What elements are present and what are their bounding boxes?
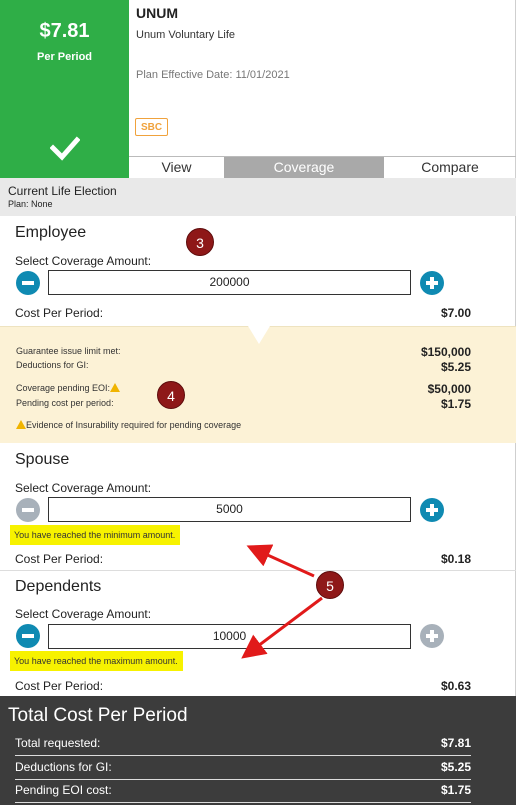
dependents-cost-value: $0.63 <box>440 679 471 693</box>
spouse-minimum-warning: You have reached the minimum amount. <box>10 525 181 545</box>
employee-cost-value: $7.00 <box>440 306 471 320</box>
total-deductions-row: Deductions for GI: $5.25 <box>15 760 471 780</box>
warning-icon <box>110 383 121 392</box>
employee-increase-button[interactable] <box>420 271 444 295</box>
carrier-name: UNUM <box>136 5 178 21</box>
spouse-cost-label: Cost Per Period: <box>15 552 104 566</box>
eoi-note-text: Evidence of Insurability required for pe… <box>26 420 242 430</box>
employee-amount-input[interactable]: 200000 <box>48 270 411 295</box>
dependents-cost-row: Cost Per Period: $0.63 <box>15 679 471 693</box>
spouse-amount-input[interactable]: 5000 <box>48 497 411 522</box>
spouse-select-label: Select Coverage Amount: <box>15 481 152 495</box>
minus-icon <box>22 634 34 638</box>
spouse-increase-button[interactable] <box>420 498 444 522</box>
current-election-plan: Plan: None <box>8 199 53 209</box>
total-requested-label: Total requested: <box>15 736 101 750</box>
employee-cost-row: Cost Per Period: $7.00 <box>15 306 471 320</box>
annotation-badge-5: 5 <box>316 571 344 599</box>
gi-deductions-row: Deductions for GI: $5.25 <box>16 360 471 374</box>
gi-limit-row: Guarantee issue limit met: $150,000 <box>16 345 471 359</box>
spouse-cost-value: $0.18 <box>440 552 471 566</box>
total-cost-panel: Total Cost Per Period Total requested: $… <box>0 696 516 805</box>
spouse-title: Spouse <box>15 451 70 468</box>
plan-price: $7.81 <box>39 20 90 42</box>
annotation-badge-3: 3 <box>186 228 214 256</box>
plan-tabs: View Coverage Compare <box>129 156 516 178</box>
total-requested-row: Total requested: $7.81 <box>15 736 471 756</box>
total-deductions-label: Deductions for GI: <box>15 760 112 774</box>
price-box[interactable]: $7.81 Per Period <box>0 0 129 178</box>
pending-cost-label: Pending cost per period: <box>16 398 114 408</box>
employee-select-label: Select Coverage Amount: <box>15 254 152 268</box>
dependents-title: Dependents <box>15 578 102 595</box>
eoi-panel-pointer <box>248 326 270 344</box>
eoi-note: Evidence of Insurability required for pe… <box>16 420 241 430</box>
checkmark-icon <box>50 136 80 161</box>
dependents-maximum-warning: You have reached the maximum amount. <box>10 651 183 671</box>
pending-eoi-row: Coverage pending EOI: $50,000 <box>16 382 471 396</box>
sbc-button[interactable]: SBC <box>135 118 169 136</box>
total-title: Total Cost Per Period <box>8 705 188 726</box>
total-pending-row: Pending EOI cost: $1.75 <box>15 783 471 803</box>
gi-deductions-label: Deductions for GI: <box>16 360 89 370</box>
plan-info: UNUM Unum Voluntary Life Plan Effective … <box>129 0 516 156</box>
employee-cost-label: Cost Per Period: <box>15 306 104 320</box>
pending-eoi-value: $50,000 <box>427 382 471 396</box>
section-divider <box>0 570 516 571</box>
minus-icon <box>22 508 34 512</box>
current-election-title: Current Life Election <box>8 184 117 198</box>
warning-icon <box>16 420 26 429</box>
tab-coverage[interactable]: Coverage <box>224 157 384 178</box>
dependents-cost-label: Cost Per Period: <box>15 679 104 693</box>
dependents-select-label: Select Coverage Amount: <box>15 607 152 621</box>
pending-eoi-label: Coverage pending EOI: <box>16 383 111 393</box>
price-period-label: Per Period <box>36 51 93 63</box>
employee-title: Employee <box>15 224 87 241</box>
plan-card: $7.81 Per Period UNUM Unum Voluntary Lif… <box>0 0 516 805</box>
plan-name: Unum Voluntary Life <box>136 29 236 41</box>
total-deductions-value: $5.25 <box>440 760 471 774</box>
total-requested-value: $7.81 <box>440 736 471 750</box>
dependents-decrease-button[interactable] <box>16 624 40 648</box>
dependents-amount-input[interactable]: 10000 <box>48 624 411 649</box>
annotation-badge-4: 4 <box>157 381 185 409</box>
gi-limit-label: Guarantee issue limit met: <box>16 346 121 356</box>
employee-decrease-button[interactable] <box>16 271 40 295</box>
minus-icon <box>22 281 34 285</box>
total-pending-label: Pending EOI cost: <box>15 783 112 797</box>
dependents-increase-button[interactable] <box>420 624 444 648</box>
gi-deductions-value: $5.25 <box>440 360 471 374</box>
total-pending-value: $1.75 <box>440 783 471 797</box>
spouse-cost-row: Cost Per Period: $0.18 <box>15 552 471 566</box>
pending-cost-value: $1.75 <box>440 397 471 411</box>
tab-compare[interactable]: Compare <box>384 157 516 178</box>
tab-view[interactable]: View <box>129 157 224 178</box>
pending-cost-row: Pending cost per period: $1.75 <box>16 397 471 411</box>
current-election-bar: Current Life Election Plan: None <box>0 178 516 216</box>
spouse-decrease-button[interactable] <box>16 498 40 522</box>
plan-effective-date: Plan Effective Date: 11/01/2021 <box>136 69 290 81</box>
gi-limit-value: $150,000 <box>420 345 471 359</box>
